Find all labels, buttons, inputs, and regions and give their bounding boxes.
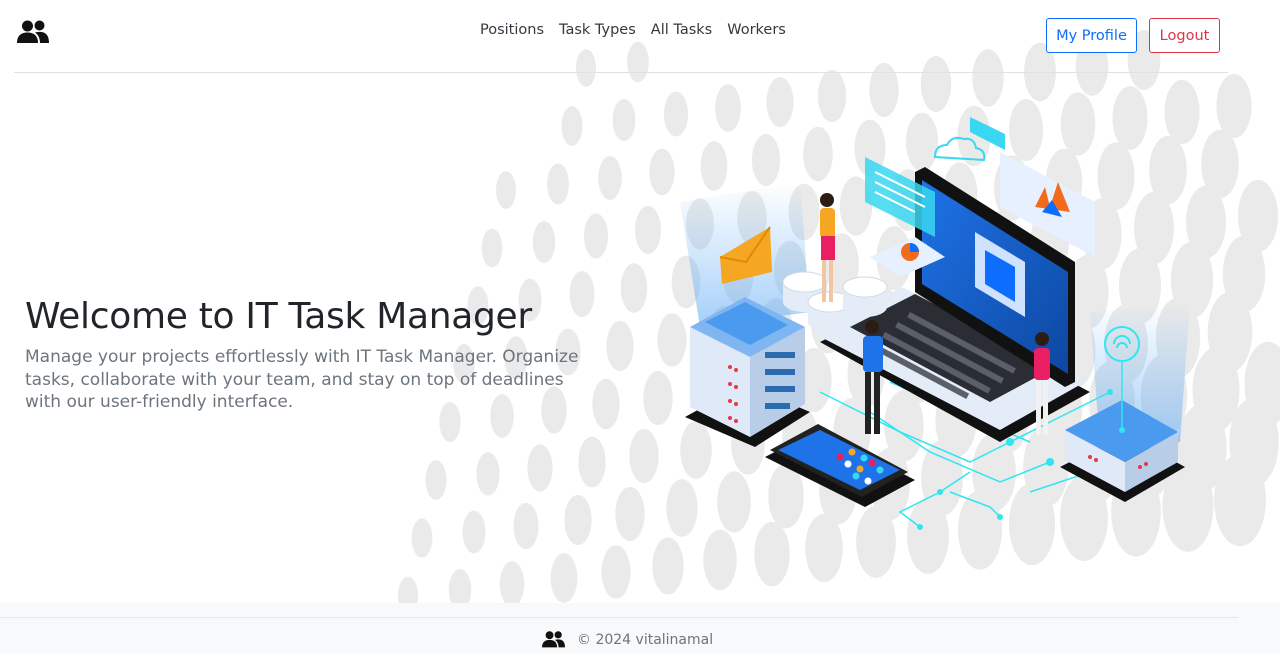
background-dot [481,228,503,268]
background-dot [411,518,433,558]
background-dot [606,320,634,372]
footer-copyright: © 2024 vitalinamal [577,631,714,648]
nav-link-positions[interactable]: Positions [480,22,544,38]
background-dot [643,371,673,425]
background-dot [496,171,516,209]
my-profile-button[interactable]: My Profile [1046,18,1137,53]
footer: © 2024 vitalinamal [0,603,1280,653]
logout-button[interactable]: Logout [1149,18,1220,53]
background-dot [425,460,447,500]
nav-link-workers[interactable]: Workers [727,22,786,38]
background-dot [448,569,472,605]
background-dot [550,553,578,603]
background-dot [620,263,648,313]
users-icon[interactable] [17,19,49,45]
background-dot [635,205,661,255]
background-dot [1216,73,1252,139]
background-dot [578,436,606,488]
navbar-divider [14,72,1228,73]
background-dot [547,163,569,205]
background-dot [615,487,645,541]
main-nav: Positions Task Types All Tasks Workers [480,22,786,38]
background-dot [652,537,684,595]
background-dot [499,561,525,605]
background-dot [476,452,500,496]
background-dot [1238,179,1278,253]
background-dot [527,444,553,492]
nav-link-task-types[interactable]: Task Types [559,22,636,38]
footer-divider [0,617,1238,618]
background-dot [703,529,737,591]
hero-section: Welcome to IT Task Manager Manage your p… [25,296,605,414]
background-dot [561,106,583,146]
background-dot [598,156,622,200]
isometric-it-workspace-illustration [680,117,1190,530]
background-dot [462,510,486,554]
hero-title: Welcome to IT Task Manager [25,296,532,337]
background-dot [1201,129,1239,199]
background-dot [629,428,659,484]
background-dot [513,502,539,550]
hero-description: Manage your projects effortlessly with I… [25,347,579,412]
top-navbar: Positions Task Types All Tasks Workers M… [0,0,1280,74]
nav-link-all-tasks[interactable]: All Tasks [651,22,712,38]
background-dot [397,576,419,605]
background-dot [612,98,636,142]
footer-content: © 2024 vitalinamal [542,630,713,649]
background-dot [583,213,609,259]
background-dot [564,494,592,546]
background-dot [601,545,631,599]
background-dot [532,221,556,263]
users-icon [542,631,565,648]
